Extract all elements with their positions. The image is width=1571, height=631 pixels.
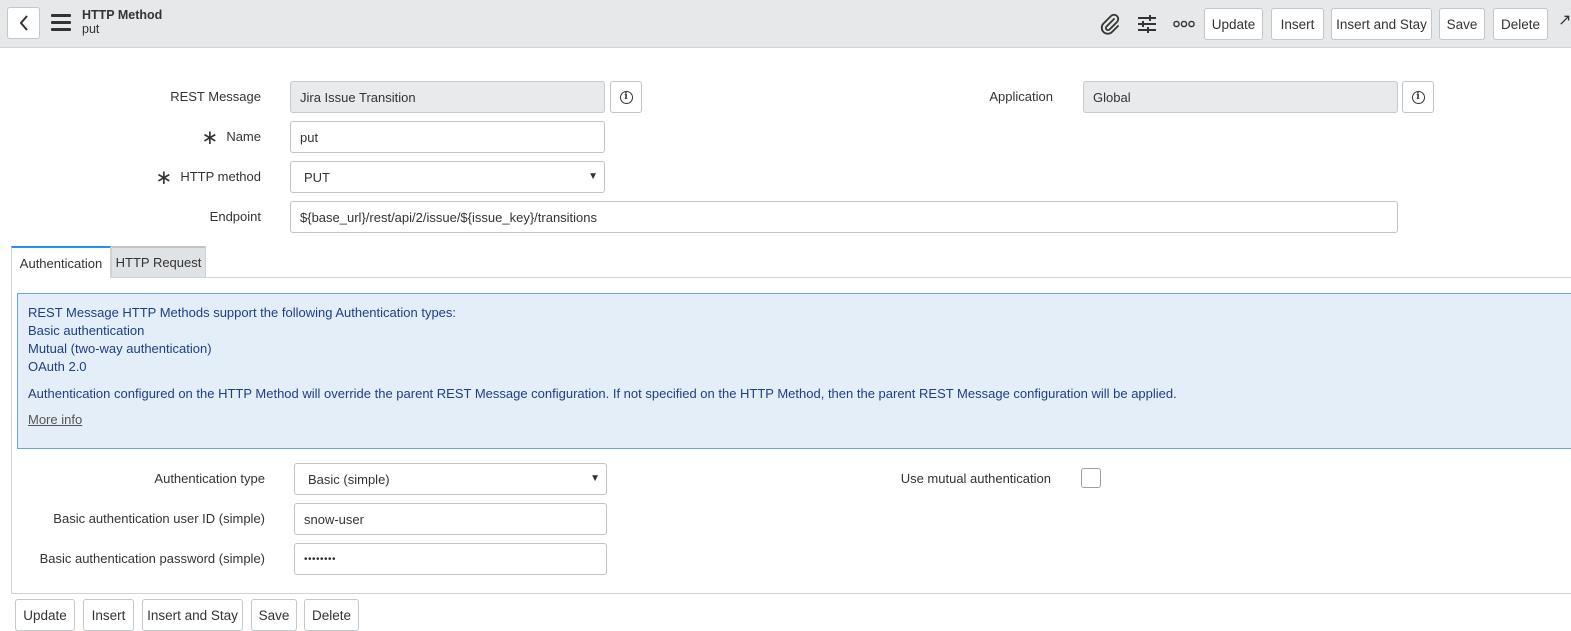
footer-delete-button[interactable]: Delete: [304, 599, 359, 631]
authentication-info-message: REST Message HTTP Methods support the fo…: [17, 293, 1571, 449]
back-icon: [19, 15, 28, 31]
rest-message-field[interactable]: Jira Issue Transition: [290, 81, 605, 113]
back-button[interactable]: [7, 7, 40, 39]
footer-update-button[interactable]: Update: [15, 599, 75, 631]
dropdown-arrow-icon: ▼: [590, 473, 600, 484]
delete-button[interactable]: Delete: [1493, 8, 1548, 40]
info-icon: i: [619, 90, 633, 104]
application-label: Application: [989, 89, 1053, 104]
endpoint-label: Endpoint: [209, 209, 261, 224]
http-method-value: PUT: [304, 169, 330, 185]
save-button[interactable]: Save: [1439, 8, 1485, 40]
tab-authentication[interactable]: Authentication: [11, 246, 111, 278]
application-info-button[interactable]: i: [1402, 81, 1434, 113]
dropdown-arrow-icon: ▼: [588, 171, 598, 182]
rest-message-info-button[interactable]: i: [610, 81, 642, 113]
http-method-select[interactable]: PUT ▼: [290, 161, 605, 193]
record-type-title: HTTP Method: [82, 8, 163, 22]
use-mutual-authentication-checkbox[interactable]: [1081, 468, 1101, 488]
rest-message-label: REST Message: [170, 89, 261, 104]
update-button[interactable]: Update: [1204, 8, 1263, 40]
basic-auth-password-label: Basic authentication password (simple): [39, 551, 265, 566]
basic-auth-user-id-label: Basic authentication user ID (simple): [53, 511, 265, 526]
info-note: Authentication configured on the HTTP Me…: [28, 386, 1177, 401]
authentication-type-value: Basic (simple): [308, 471, 390, 487]
info-line: Basic authentication: [28, 323, 145, 338]
settings-sliders-icon[interactable]: [1135, 12, 1159, 36]
more-options-icon[interactable]: [1172, 12, 1196, 36]
footer-insert-button[interactable]: Insert: [83, 599, 134, 631]
basic-auth-password-input[interactable]: ••••••••: [294, 543, 607, 575]
info-line: REST Message HTTP Methods support the fo…: [28, 305, 457, 320]
collapse-icon[interactable]: ↗: [1558, 10, 1571, 30]
authentication-type-select[interactable]: Basic (simple) ▼: [294, 463, 607, 495]
more-info-link[interactable]: More info: [28, 412, 82, 427]
record-name-subtitle: put: [82, 22, 100, 36]
page-title: HTTP Method put: [82, 8, 162, 36]
info-icon: i: [1411, 90, 1425, 104]
footer-insert-and-stay-button[interactable]: Insert and Stay: [142, 599, 243, 631]
form-header: HTTP Method put Update Insert Insert and…: [0, 0, 1571, 48]
footer-save-button[interactable]: Save: [251, 599, 297, 631]
tab-http-request[interactable]: HTTP Request: [111, 246, 206, 278]
basic-auth-user-id-input[interactable]: snow-user: [294, 503, 607, 535]
menu-icon[interactable]: [51, 14, 71, 32]
name-input[interactable]: put: [290, 121, 605, 153]
paperclip-icon[interactable]: [1098, 12, 1122, 36]
insert-button[interactable]: Insert: [1271, 8, 1324, 40]
required-icon: ∗: [201, 127, 219, 149]
name-label: ∗ Name: [201, 127, 261, 149]
use-mutual-authentication-label: Use mutual authentication: [900, 471, 1051, 486]
endpoint-input[interactable]: ${base_url}/rest/api/2/issue/${issue_key…: [290, 201, 1398, 233]
authentication-type-label: Authentication type: [154, 471, 265, 486]
insert-and-stay-button[interactable]: Insert and Stay: [1331, 8, 1432, 40]
http-method-label: ∗ HTTP method: [155, 167, 261, 189]
required-icon: ∗: [155, 167, 173, 189]
application-field[interactable]: Global: [1083, 81, 1398, 113]
info-line: OAuth 2.0: [28, 359, 87, 374]
info-line: Mutual (two-way authentication): [28, 341, 212, 356]
